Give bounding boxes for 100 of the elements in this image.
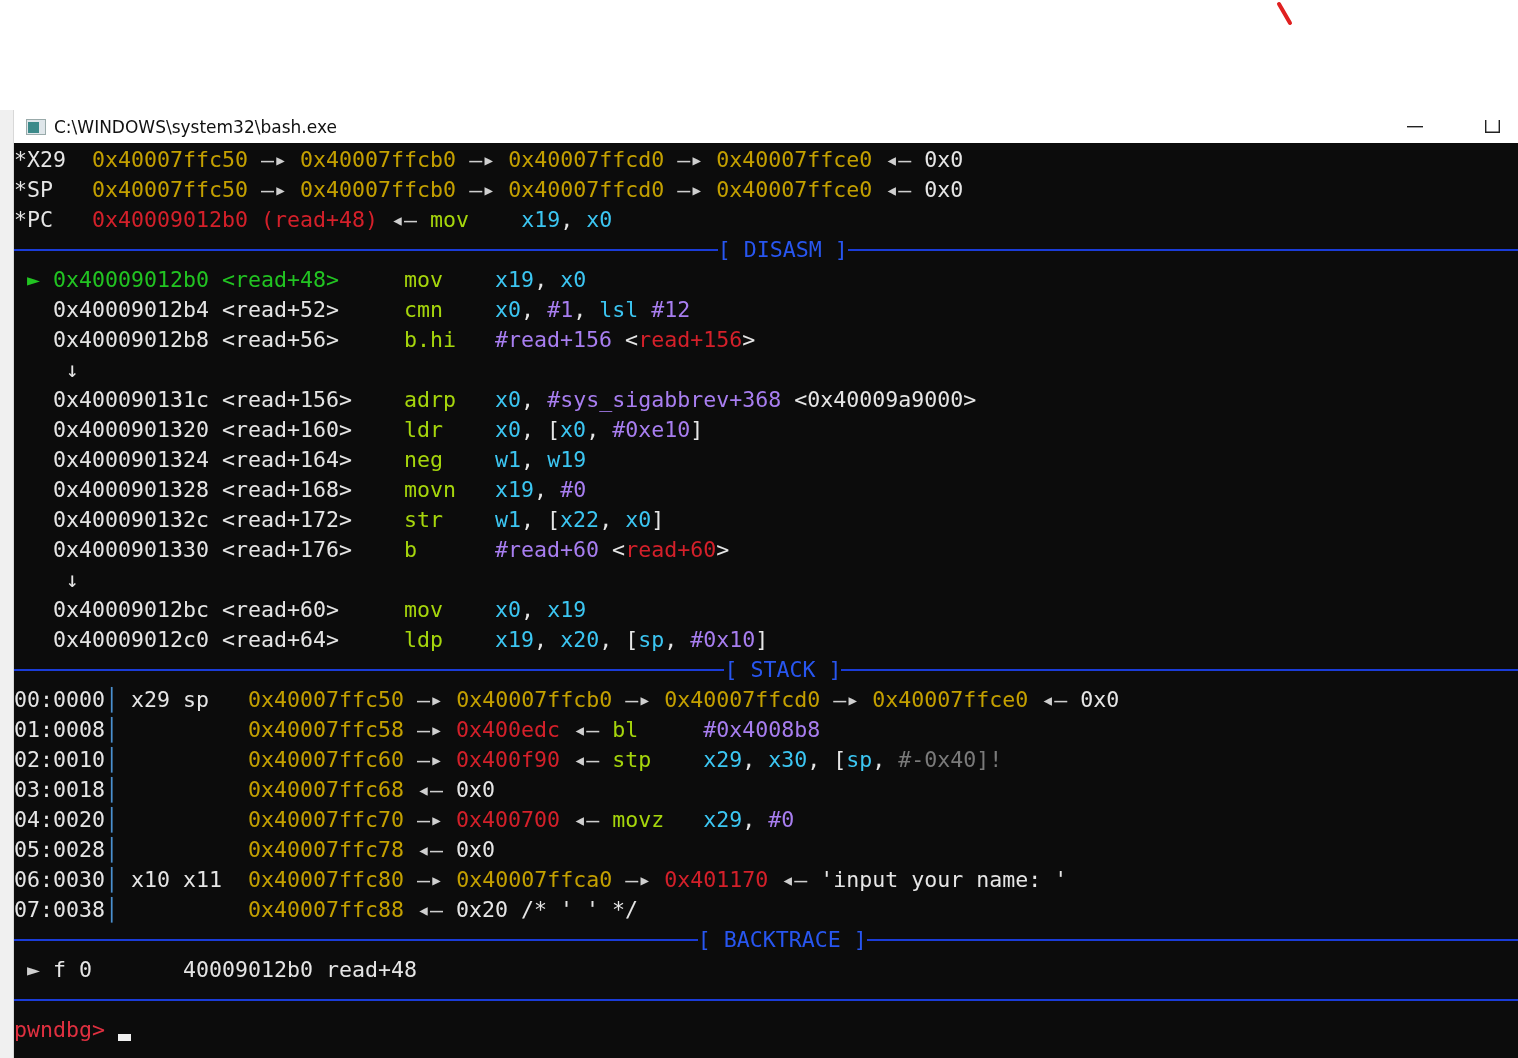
terminal-text: —▸ [417,867,444,892]
terminal-text: ↓ [66,567,80,592]
terminal-text: —▸ [677,147,704,172]
terminal-text: > [742,327,756,352]
terminal-text: , [534,477,548,502]
terminal-text: #0 [768,807,795,832]
terminal-text: │ [105,837,119,862]
terminal-text: 0x40007ffc50 [92,177,249,202]
terminal-text: lsl [599,297,639,322]
terminal-text: sp [638,627,665,652]
window-title: C:\WINDOWS\system32\bash.exe [54,116,337,137]
terminal-text: x0 [560,417,587,442]
terminal-text: x19 [495,627,535,652]
terminal-text: , [ [599,627,639,652]
terminal-text: , [586,417,600,442]
terminal-text: 0x40007ffc50 [92,147,249,172]
terminal-text: w1 [495,507,522,532]
terminal-text: 0x400700 [456,807,561,832]
terminal-text: , [560,207,574,232]
terminal-text: 01:0008 [14,717,105,742]
terminal-text: 0x40007ffc80 [248,867,405,892]
terminal-text: *PC [14,207,53,232]
terminal-text: 0x4000901324 <read+164> [53,447,353,472]
terminal-text: #0x4008b8 [703,717,821,742]
terminal-text: sp [846,747,873,772]
terminal-text: —▸ [625,867,652,892]
terminal-text: x30 [768,747,808,772]
terminal-text: #read+60 [495,537,600,562]
terminal-text: , [521,447,535,472]
terminal-text: 40009012b0 read+48 [183,957,418,982]
terminal-text: x29 sp [131,687,210,712]
terminal-text: ► [27,267,41,292]
terminal-text: x19 [521,207,561,232]
terminal-text: , [664,627,678,652]
terminal-text: , [ [521,507,561,532]
terminal-text: ◂— [885,147,912,172]
terminal-text: #-0x40]! [898,747,1003,772]
terminal-text: 0x40007ffc58 [248,717,405,742]
minimize-icon[interactable] [1407,125,1423,128]
terminal-text: cmn [404,297,444,322]
terminal-text: f 0 [53,957,93,982]
terminal-text: 0x401170 [664,867,769,892]
pen-mark [1276,1,1294,27]
terminal-text: │ [105,687,119,712]
terminal-text: 0x400edc [456,717,561,742]
terminal-text: > [716,537,730,562]
terminal-text: mov [404,597,444,622]
terminal-text: ◂— [573,807,600,832]
terminal-text: 0x40007ffcb0 [300,147,457,172]
terminal-text: x29 [703,747,743,772]
terminal-text: x10 x11 [131,867,223,892]
terminal-text: ] [651,507,665,532]
terminal-text: 02:0010 [14,747,105,772]
terminal-text: 0x40009012b0 (read+48) [92,207,379,232]
terminal-text: │ [105,747,119,772]
terminal-text: #1 [547,297,574,322]
terminal-text: , [ [521,417,561,442]
terminal-text: ] [755,627,769,652]
terminal-text: 0x0 [456,837,496,862]
terminal-text: , [872,747,886,772]
terminal-text: x0 [495,417,522,442]
terminal-text: *X29 [14,147,66,172]
terminal-text: 06:0030 [14,867,105,892]
terminal-text: , [599,507,613,532]
terminal-text: w1 [495,447,522,472]
terminal-text: , [534,267,548,292]
terminal-text: ► [27,957,41,982]
terminal-text: #sys_sigabbrev+368 [547,387,782,412]
terminal-text: —▸ [677,177,704,202]
terminal-text: x0 [495,597,522,622]
terminal-text: x29 [703,807,743,832]
terminal-text: 0x40007ffca0 [456,867,613,892]
terminal-text: , [ [807,747,847,772]
terminal-text: │ [105,807,119,832]
terminal-text: str [404,507,444,532]
terminal-text: 0x4000901328 <read+168> [53,477,353,502]
terminal-text: < [625,327,639,352]
terminal-text: 05:0028 [14,837,105,862]
terminal-text: │ [105,777,119,802]
terminal-text: 0x40007ffce0 [716,147,873,172]
terminal-text: adrp [404,387,457,412]
terminal-text: ◂— [417,897,444,922]
terminal-text: , [573,297,587,322]
terminal-text: movz [612,807,665,832]
terminal-text: bl [612,717,639,742]
terminal-text: 0x400090131c <read+156> [53,387,353,412]
terminal-text: ◂— [417,777,444,802]
maximize-icon[interactable] [1485,120,1500,133]
terminal-text: #0xe10 [612,417,691,442]
terminal-text: 0x4000901330 <read+176> [53,537,353,562]
terminal-text: x0 [560,267,587,292]
terminal-text: —▸ [417,807,444,832]
terminal-text: x22 [560,507,600,532]
terminal-text: 0x0 [1080,687,1120,712]
terminal-text: ldp [404,627,444,652]
terminal-text: movn [404,477,457,502]
terminal-text: —▸ [469,147,496,172]
terminal-text: #0 [560,477,587,502]
terminal-text: , [521,387,535,412]
terminal-text: 03:0018 [14,777,105,802]
